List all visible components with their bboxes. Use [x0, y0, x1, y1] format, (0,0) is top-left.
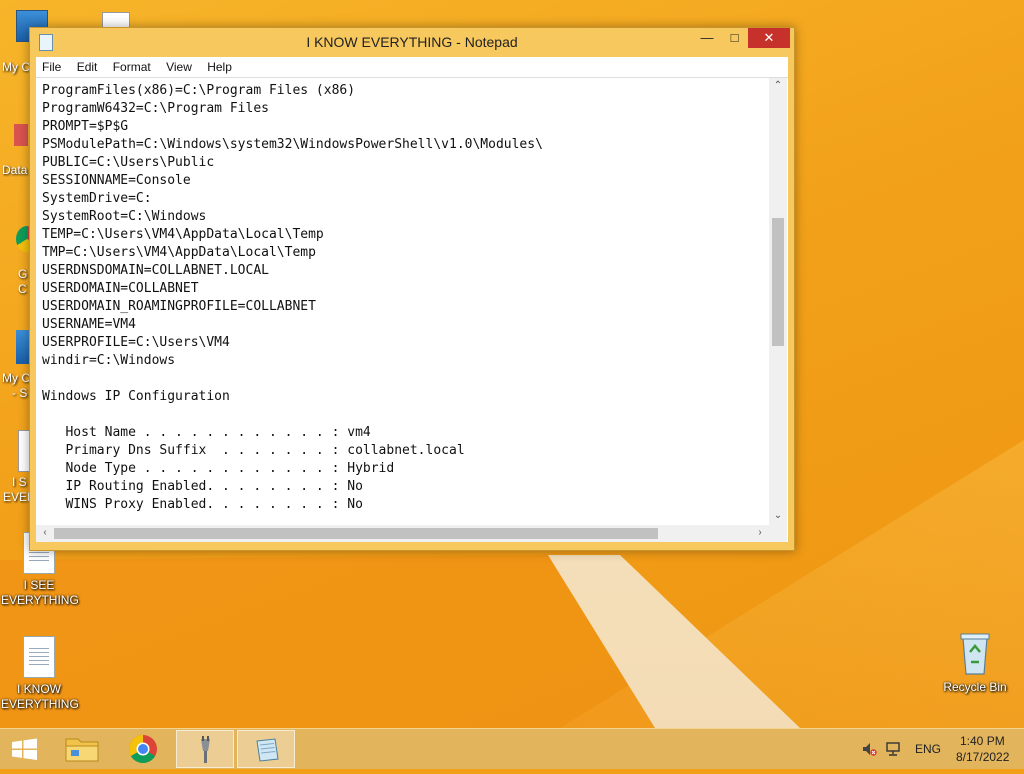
- desktop-icon-label: EVERYTHING: [1, 593, 79, 607]
- vertical-scrollbar[interactable]: ⌃ ⌄: [769, 78, 787, 525]
- text-editor[interactable]: ProgramFiles(x86)=C:\Program Files (x86)…: [36, 77, 788, 542]
- windows-logo-icon: [12, 738, 37, 760]
- desktop-icon-recycle-bin[interactable]: Recycle Bin: [937, 632, 1013, 695]
- desktop-icon-partial-label: I S: [12, 475, 27, 489]
- notepad-icon: [256, 738, 279, 762]
- horizontal-scroll-thumb[interactable]: [54, 528, 658, 539]
- volume-muted-icon[interactable]: [861, 741, 877, 757]
- vertical-scroll-thumb[interactable]: [772, 218, 784, 346]
- notepad-window[interactable]: I KNOW EVERYTHING - Notepad — □ ✕ File E…: [29, 27, 795, 551]
- taskbar-network-tool[interactable]: [176, 730, 234, 768]
- language-indicator[interactable]: ENG: [915, 742, 941, 756]
- scroll-up-arrow-icon[interactable]: ⌃: [769, 80, 787, 91]
- shortcut-icon[interactable]: [14, 124, 28, 146]
- horizontal-scrollbar[interactable]: ‹ ›: [36, 525, 769, 542]
- text-file-icon: [23, 636, 55, 678]
- text-content[interactable]: ProgramFiles(x86)=C:\Program Files (x86)…: [42, 82, 762, 522]
- minimize-button[interactable]: —: [693, 28, 721, 48]
- taskbar-chrome[interactable]: [114, 730, 172, 768]
- window-title: I KNOW EVERYTHING - Notepad: [306, 34, 518, 50]
- taskbar-file-explorer[interactable]: [54, 730, 112, 768]
- clock-date[interactable]: 8/17/2022: [956, 750, 1009, 764]
- menu-help[interactable]: Help: [201, 57, 238, 74]
- scroll-left-arrow-icon[interactable]: ‹: [36, 527, 54, 538]
- desktop-icon-label: Recycle Bin: [943, 680, 1007, 694]
- title-bar[interactable]: I KNOW EVERYTHING - Notepad — □ ✕: [30, 28, 794, 56]
- desktop-icon-label: EVERYTHING: [1, 697, 79, 711]
- folder-icon: [65, 738, 99, 762]
- clock-time[interactable]: 1:40 PM: [960, 734, 1005, 748]
- desktop-icon-partial-label: - S: [12, 386, 28, 400]
- scrollbar-corner: [769, 525, 787, 542]
- desktop-icon-partial-label: My C: [2, 371, 30, 385]
- menu-file[interactable]: File: [36, 57, 67, 74]
- taskbar: ENG 1:40 PM 8/17/2022: [0, 728, 1024, 769]
- desktop-icon-i-know-everything[interactable]: I KNOW EVERYTHING: [1, 636, 79, 712]
- recycle-bin-icon: [960, 632, 990, 676]
- network-icon[interactable]: [886, 741, 904, 757]
- menu-edit[interactable]: Edit: [71, 57, 104, 74]
- desktop-icon-label: I SEE: [23, 578, 55, 592]
- menu-format[interactable]: Format: [107, 57, 157, 74]
- menu-bar: File Edit Format View Help: [36, 57, 788, 77]
- desktop-icon-partial-label: C: [18, 282, 27, 296]
- maximize-button[interactable]: □: [721, 28, 748, 48]
- close-button[interactable]: ✕: [748, 28, 790, 48]
- desktop-icon-partial-label: My C: [2, 60, 30, 74]
- chrome-icon: [129, 735, 157, 763]
- taskbar-notepad[interactable]: [237, 730, 295, 768]
- start-button[interactable]: [0, 730, 58, 768]
- menu-view[interactable]: View: [160, 57, 198, 74]
- desktop-icon-partial-label: Data: [2, 163, 28, 177]
- scroll-down-arrow-icon[interactable]: ⌄: [769, 510, 787, 521]
- network-cable-icon: [201, 736, 210, 763]
- desktop-icon-label: I KNOW: [17, 682, 61, 696]
- scroll-right-arrow-icon[interactable]: ›: [751, 527, 769, 538]
- desktop-icon-partial-label: G: [18, 267, 28, 281]
